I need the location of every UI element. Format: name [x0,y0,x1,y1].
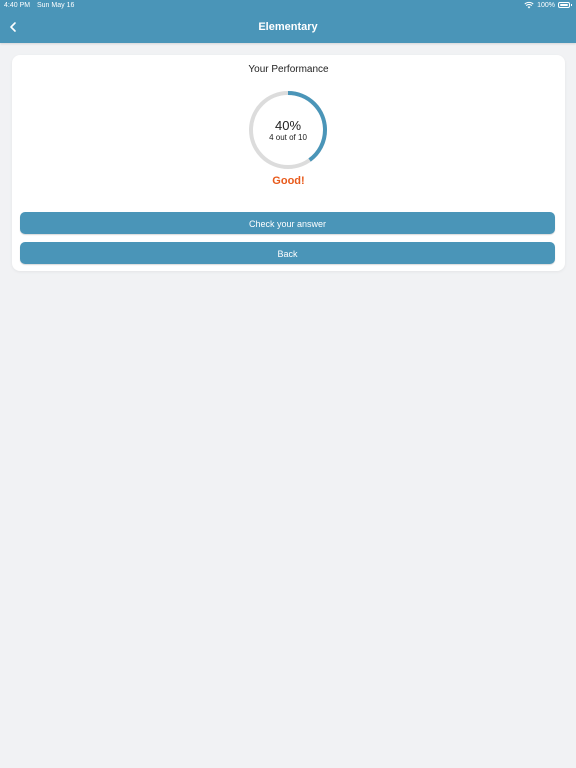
performance-title: Your Performance [248,64,329,75]
status-time: 4:40 PM [4,2,31,9]
page-title: Elementary [258,21,318,33]
performance-verdict: Good! [272,175,305,187]
score-percent: 40% [274,118,302,133]
battery-icon [558,2,572,8]
performance-card: Your Performance 40% 4 out of 10 Good! C… [12,55,565,271]
status-bar: 4:40 PM Sun May 16 100% [0,0,576,12]
battery-percent: 100% [537,1,555,9]
check-answer-button[interactable]: Check your answer [20,212,555,234]
status-right: 100% [524,1,572,9]
top-bar: 4:40 PM Sun May 16 100% Elementary [0,0,576,43]
nav-bar: Elementary [0,12,576,43]
score-count: 4 out of 10 [269,133,307,142]
wifi-icon [524,1,534,9]
status-date: Sun May 16 [37,2,75,9]
back-button[interactable]: Back [20,242,555,264]
